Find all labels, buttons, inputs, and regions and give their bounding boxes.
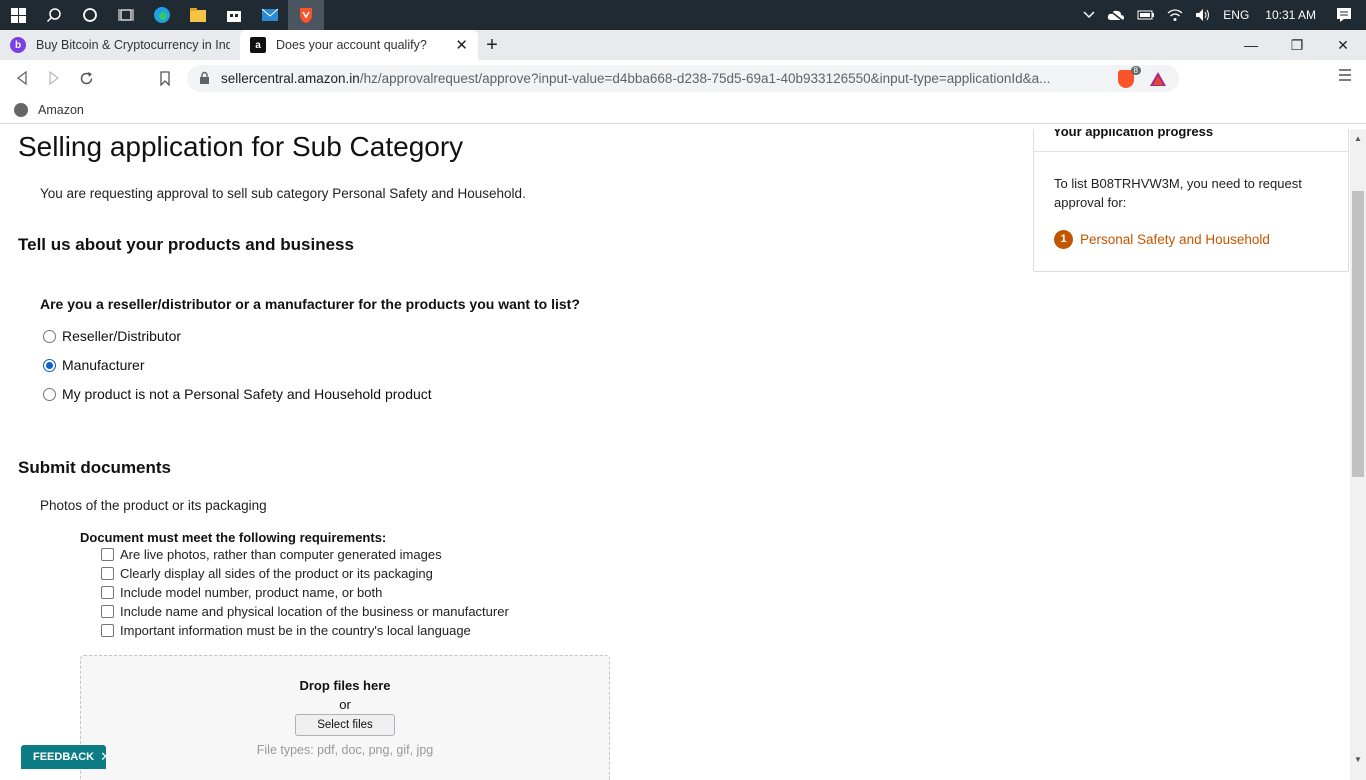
dropzone-or: or [339, 697, 351, 712]
url-host: sellercentral.amazon.in [221, 71, 360, 86]
file-types-hint: File types: pdf, doc, png, gif, jpg [256, 743, 434, 757]
requirement-label: Include model number, product name, or b… [120, 585, 383, 600]
close-tab-icon[interactable]: ✕ [455, 36, 468, 54]
radio-option-not-product[interactable]: My product is not a Personal Safety and … [43, 386, 432, 402]
store-icon[interactable] [216, 0, 252, 30]
page-scrollbar[interactable]: ▲ ▼ [1350, 129, 1366, 780]
requirement-checkbox-row[interactable]: Include name and physical location of th… [101, 604, 509, 619]
address-bar[interactable]: sellercentral.amazon.in/hz/approvalreque… [187, 65, 1179, 92]
browser-tab-strip: b Buy Bitcoin & Cryptocurrency in India … [0, 30, 1366, 60]
restore-icon[interactable]: ❐ [1274, 30, 1320, 60]
back-icon[interactable] [6, 62, 38, 94]
page-content: Selling application for Sub Category You… [0, 129, 1350, 780]
application-progress-card: Your application progress To list B08TRH… [1033, 129, 1349, 272]
radio-button-selected[interactable] [43, 358, 56, 372]
mail-icon[interactable] [252, 0, 288, 30]
progress-card-header: Your application progress [1034, 129, 1348, 152]
checkbox[interactable] [101, 567, 114, 580]
windows-start-icon[interactable] [0, 0, 36, 30]
radio-button[interactable] [43, 329, 56, 343]
edge-icon[interactable] [144, 0, 180, 30]
tab-buy-bitcoin[interactable]: b Buy Bitcoin & Cryptocurrency in India [0, 30, 240, 60]
clock[interactable]: 10:31 AM [1255, 8, 1330, 22]
scroll-down-icon[interactable]: ▼ [1350, 752, 1366, 766]
radio-button[interactable] [43, 387, 56, 401]
search-icon[interactable] [36, 0, 72, 30]
reload-icon[interactable] [70, 62, 102, 94]
checkbox[interactable] [101, 548, 114, 561]
requirements-title: Document must meet the following require… [80, 530, 387, 545]
requirement-label: Are live photos, rather than computer ge… [120, 547, 442, 562]
tab-account-qualify[interactable]: a Does your account qualify? ✕ [240, 30, 478, 60]
step-number-badge: 1 [1054, 230, 1073, 249]
notifications-icon[interactable] [1330, 7, 1366, 23]
section-heading-documents: Submit documents [18, 458, 172, 477]
battery-icon[interactable] [1131, 10, 1161, 20]
requirement-label: Include name and physical location of th… [120, 604, 509, 619]
volume-icon[interactable] [1189, 8, 1217, 22]
reseller-question: Are you a reseller/distributor or a manu… [40, 296, 580, 312]
step-link[interactable]: Personal Safety and Household [1080, 230, 1270, 249]
amazon-favicon: a [250, 37, 266, 53]
bookmarks-bar: Amazon [0, 96, 1366, 124]
brave-rewards-icon[interactable] [1147, 68, 1169, 90]
lock-icon[interactable] [199, 71, 213, 87]
radio-option-reseller[interactable]: Reseller/Distributor [43, 328, 181, 344]
close-icon[interactable]: ✕ [100, 749, 111, 765]
forward-icon[interactable] [38, 62, 70, 94]
cloud-offline-icon[interactable] [1101, 9, 1131, 21]
checkbox[interactable] [101, 586, 114, 599]
feedback-button[interactable]: FEEDBACK ✕ [21, 745, 111, 769]
requirement-checkbox-row[interactable]: Important information must be in the cou… [101, 623, 471, 638]
page-title: Selling application for Sub Category [18, 131, 464, 162]
shield-count-badge: 8 [1130, 65, 1141, 75]
select-files-button[interactable]: Select files [295, 714, 395, 736]
globe-icon [14, 102, 28, 117]
minimize-icon[interactable]: — [1228, 30, 1274, 60]
new-tab-button[interactable]: + [478, 30, 506, 60]
section-heading-products: Tell us about your products and business [18, 235, 354, 254]
dropzone-title: Drop files here [299, 678, 391, 693]
requirement-label: Important information must be in the cou… [120, 623, 471, 638]
task-view-icon[interactable] [108, 0, 144, 30]
requirement-checkbox-row[interactable]: Include model number, product name, or b… [101, 585, 382, 600]
documents-subtitle: Photos of the product or its packaging [40, 498, 267, 513]
radio-label: Reseller/Distributor [62, 328, 182, 344]
feedback-label: FEEDBACK [33, 751, 95, 763]
bookmark-icon[interactable] [149, 62, 181, 94]
tab-title: Buy Bitcoin & Cryptocurrency in India [36, 38, 230, 52]
browser-toolbar: sellercentral.amazon.in/hz/approvalreque… [0, 60, 1366, 96]
scroll-up-icon[interactable]: ▲ [1350, 131, 1366, 145]
requirement-label: Clearly display all sides of the product… [120, 566, 433, 581]
url-text[interactable]: sellercentral.amazon.in/hz/approvalreque… [221, 71, 1107, 86]
radio-label: My product is not a Personal Safety and … [62, 386, 432, 402]
bookmark-amazon[interactable]: Amazon [38, 103, 84, 117]
progress-instructions: To list B08TRHVW3M, you need to request … [1054, 176, 1302, 210]
radio-label: Manufacturer [62, 357, 145, 373]
cortana-icon[interactable] [72, 0, 108, 30]
bitbns-favicon: b [10, 37, 26, 53]
requirement-checkbox-row[interactable]: Are live photos, rather than computer ge… [101, 547, 442, 562]
language-indicator[interactable]: ENG [1217, 8, 1255, 22]
browser-menu-icon[interactable] [1338, 68, 1352, 86]
brave-taskbar-icon[interactable] [288, 0, 324, 30]
tab-title: Does your account qualify? [276, 38, 427, 52]
intro-text: You are requesting approval to sell sub … [40, 186, 526, 201]
windows-taskbar: ENG 10:31 AM [0, 0, 1366, 30]
progress-step: 1 Personal Safety and Household [1054, 230, 1328, 249]
scrollbar-thumb[interactable] [1352, 191, 1364, 477]
wifi-icon[interactable] [1161, 8, 1189, 22]
brave-shield-icon[interactable]: 8 [1115, 65, 1141, 90]
window-close-icon[interactable]: ✕ [1320, 30, 1366, 60]
radio-option-manufacturer[interactable]: Manufacturer [43, 357, 144, 373]
checkbox[interactable] [101, 624, 114, 637]
file-dropzone[interactable]: Drop files here or Select files File typ… [80, 655, 610, 780]
chevron-up-icon[interactable] [1077, 11, 1101, 19]
requirement-checkbox-row[interactable]: Clearly display all sides of the product… [101, 566, 433, 581]
checkbox[interactable] [101, 605, 114, 618]
file-explorer-icon[interactable] [180, 0, 216, 30]
url-path: /hz/approvalrequest/approve?input-value=… [359, 71, 1051, 86]
